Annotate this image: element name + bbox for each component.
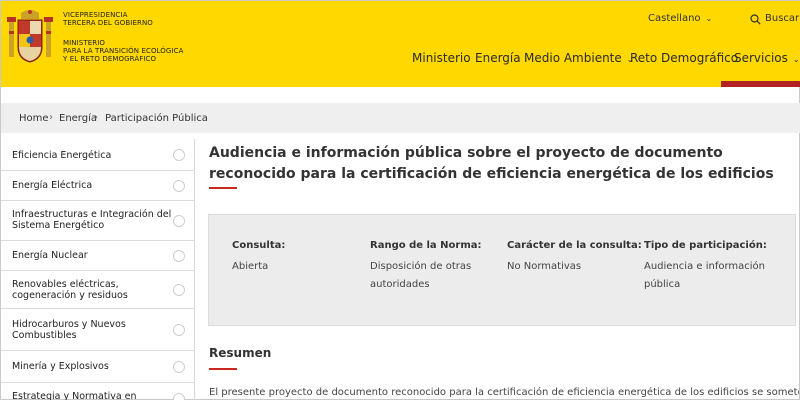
nav-reto-demografico[interactable]: Reto Demográfico [630, 51, 738, 65]
info-label: Carácter de la consulta: [507, 240, 642, 251]
sidebar-item-label: Eficiencia Energética [12, 150, 112, 161]
title-underline [209, 187, 237, 189]
coat-of-arms-logo[interactable] [7, 9, 53, 65]
circle-icon [173, 284, 185, 296]
info-value: Abierta [232, 261, 269, 272]
sidebar-item-label: Infraestructuras e Integración del Siste… [12, 209, 172, 231]
section-heading-resumen: Resumen [209, 346, 272, 360]
nav-energia[interactable]: Energía [475, 51, 521, 65]
language-selector[interactable]: Castellano ⌄ [648, 13, 712, 24]
sidebar-item-nuclear[interactable]: Energía Nuclear [1, 241, 195, 271]
nav-ministerio[interactable]: Ministerio [412, 51, 471, 65]
sidebar-item-label: Energía Eléctrica [12, 180, 93, 191]
sidebar-item-electrica[interactable]: Energía Eléctrica [1, 171, 195, 201]
sidebar-item-label: Hidrocarburos y Nuevos Combustibles [12, 319, 126, 341]
circle-icon [173, 250, 185, 262]
circle-icon [173, 324, 185, 336]
circle-icon [173, 361, 185, 373]
search-button[interactable]: Buscar [750, 13, 800, 25]
info-label: Consulta: [232, 240, 286, 251]
breadcrumb: Home › Energía › Participación Pública [1, 103, 800, 133]
search-icon [750, 14, 761, 25]
chevron-down-icon: ⌄ [705, 14, 713, 23]
search-label: Buscar [765, 13, 800, 24]
circle-icon [173, 180, 185, 192]
chevron-right-icon: › [49, 112, 53, 123]
sidebar-item-label: Minería y Explosivos [12, 361, 109, 372]
nav-servicios[interactable]: Servicios ⌄ [734, 51, 800, 65]
info-value: Audiencia e información pública [644, 261, 766, 290]
sidebar-item-renovables[interactable]: Renovables eléctricas, cogeneración y re… [1, 271, 195, 309]
info-value: Disposición de otras autoridades [370, 261, 472, 290]
circle-icon [173, 393, 185, 400]
info-label: Tipo de participación: [644, 240, 767, 251]
circle-icon [173, 215, 185, 227]
breadcrumb-home[interactable]: Home [19, 113, 49, 124]
nav-label: Energía [475, 51, 521, 65]
breadcrumb-current: Participación Pública [105, 113, 208, 124]
gov-line: TERCERA DEL GOBIERNO [63, 19, 153, 27]
info-label: Rango de la Norma: [370, 240, 482, 251]
nav-label: Medio Ambiente [524, 51, 622, 65]
nav-medio-ambiente[interactable]: Medio Ambiente ⌄ [524, 51, 633, 65]
consultation-info-box: Consulta: Abierta Rango de la Norma: Dis… [208, 214, 796, 326]
sidebar-item-eficiencia[interactable]: Eficiencia Energética [1, 139, 195, 171]
nav-label: Servicios [734, 51, 788, 65]
government-label: VICEPRESIDENCIA TERCERA DEL GOBIERNO [63, 11, 153, 27]
ministry-label[interactable]: MINISTERIO PARA LA TRANSICIÓN ECOLÓGICA … [63, 39, 184, 63]
chevron-down-icon: ⌄ [792, 55, 800, 64]
sidebar-item-label: Energía Nuclear [12, 250, 88, 261]
gov-line: VICEPRESIDENCIA [63, 11, 128, 19]
sidebar-item-label: Renovables eléctricas, cogeneración y re… [12, 279, 128, 301]
sidebar-item-hidrocarburos[interactable]: Hidrocarburos y Nuevos Combustibles [1, 309, 195, 351]
ministry-line: MINISTERIO [63, 39, 105, 47]
breadcrumb-energia[interactable]: Energía [59, 113, 97, 124]
ministry-line: Y EL RETO DEMOGRÁFICO [63, 55, 157, 63]
sidebar-item-estrategia[interactable]: Estrategia y Normativa en Materia de [1, 383, 195, 400]
info-value: No Normativas [507, 261, 582, 272]
circle-icon [173, 149, 185, 161]
nav-label: Reto Demográfico [630, 51, 739, 65]
summary-paragraph: El presente proyecto de documento recono… [209, 387, 799, 398]
ministry-line: PARA LA TRANSICIÓN ECOLÓGICA [63, 47, 184, 55]
language-label: Castellano [648, 13, 701, 24]
active-indicator [721, 81, 800, 87]
nav-label: Ministerio [412, 51, 471, 65]
sidebar-item-label: Estrategia y Normativa en Materia de [12, 391, 137, 400]
sidebar-item-infraestructuras[interactable]: Infraestructuras e Integración del Siste… [1, 201, 195, 241]
chevron-right-icon: › [94, 112, 98, 123]
page-title: Audiencia e información pública sobre el… [209, 145, 774, 182]
sidebar: Eficiencia Energética Energía Eléctrica … [1, 139, 195, 400]
site-header: VICEPRESIDENCIA TERCERA DEL GOBIERNO MIN… [1, 1, 800, 87]
section-underline [209, 368, 237, 370]
sidebar-item-mineria[interactable]: Minería y Explosivos [1, 351, 195, 383]
